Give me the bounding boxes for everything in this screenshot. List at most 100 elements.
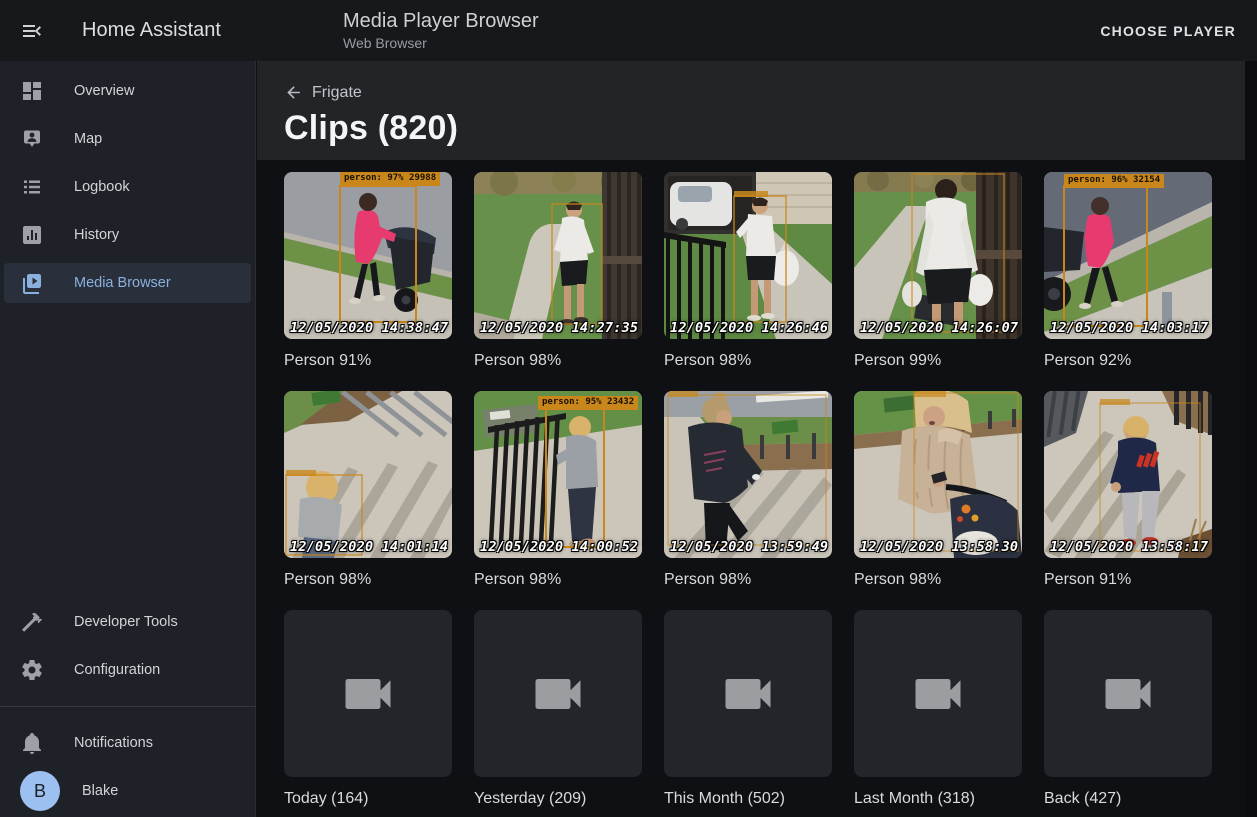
- app-title: Home Assistant: [82, 19, 221, 42]
- clip-caption: Person 98%: [284, 571, 452, 589]
- clip-timestamp: 12/05/2020 13:58:17: [1050, 539, 1208, 555]
- clip-thumbnail[interactable]: person: 97% 29988 12/05/2020 14:38:47: [284, 172, 452, 339]
- media-browser-icon: [20, 271, 44, 295]
- section-title: Clips (820): [284, 109, 1245, 148]
- clip-scene: [1044, 391, 1212, 558]
- bell-icon: [20, 731, 44, 755]
- clip-timestamp: 12/05/2020 14:38:47: [290, 320, 448, 336]
- clip-card[interactable]: 12/05/2020 14:26:46 Person 98%: [664, 172, 832, 370]
- page-subtitle: Web Browser: [343, 34, 539, 52]
- clip-caption: Person 91%: [1044, 571, 1212, 589]
- clip-timestamp: 12/05/2020 14:01:14: [290, 539, 448, 555]
- folder-label: Last Month (318): [854, 790, 1022, 808]
- clip-caption: Person 98%: [474, 571, 642, 589]
- detection-label: person: 95% 23432: [538, 396, 638, 410]
- sidebar-item-label: Configuration: [74, 662, 160, 678]
- clip-timestamp: 12/05/2020 14:00:52: [480, 539, 638, 555]
- folder-thumbnail[interactable]: [1044, 610, 1212, 777]
- sidebar-item-label: Developer Tools: [74, 614, 178, 630]
- clip-thumbnail[interactable]: 12/05/2020 14:26:46: [664, 172, 832, 339]
- scrollbar[interactable]: [1245, 61, 1257, 817]
- clip-scene: [664, 172, 832, 339]
- clip-timestamp: 12/05/2020 13:59:49: [670, 539, 828, 555]
- folder-thumbnail[interactable]: [854, 610, 1022, 777]
- bar-chart-icon: [20, 223, 44, 247]
- page-title: Media Player Browser: [343, 9, 539, 33]
- folder-label: Yesterday (209): [474, 790, 642, 808]
- sidebar-toggle-button[interactable]: [8, 7, 56, 55]
- sidebar-item-configuration[interactable]: Configuration: [4, 650, 251, 690]
- folder-card-back[interactable]: Back (427): [1044, 610, 1212, 808]
- clip-caption: Person 98%: [474, 352, 642, 370]
- clip-scene: [474, 172, 642, 339]
- clip-thumbnail[interactable]: 12/05/2020 13:59:49: [664, 391, 832, 558]
- clip-caption: Person 99%: [854, 352, 1022, 370]
- video-icon: [718, 664, 778, 724]
- sidebar-item-map[interactable]: Map: [4, 119, 251, 159]
- clip-thumbnail[interactable]: 12/05/2020 14:01:14: [284, 391, 452, 558]
- folder-card-yesterday[interactable]: Yesterday (209): [474, 610, 642, 808]
- clip-thumbnail[interactable]: 12/05/2020 14:27:35: [474, 172, 642, 339]
- map-person-icon: [20, 127, 44, 151]
- clip-caption: Person 98%: [854, 571, 1022, 589]
- clip-scene: [284, 172, 452, 339]
- clip-scene: [474, 391, 642, 558]
- clip-thumbnail[interactable]: 12/05/2020 13:58:30: [854, 391, 1022, 558]
- sidebar-item-developer-tools[interactable]: Developer Tools: [4, 602, 251, 642]
- sidebar-item-user-profile[interactable]: B Blake: [4, 771, 251, 811]
- avatar: B: [20, 771, 60, 811]
- folder-thumbnail[interactable]: [474, 610, 642, 777]
- sidebar-item-notifications[interactable]: Notifications: [4, 723, 251, 763]
- clip-caption: Person 91%: [284, 352, 452, 370]
- media-grid: person: 97% 29988 12/05/2020 14:38:47 Pe…: [257, 160, 1245, 808]
- folder-thumbnail[interactable]: [664, 610, 832, 777]
- folder-card-last-month[interactable]: Last Month (318): [854, 610, 1022, 808]
- clip-thumbnail[interactable]: 12/05/2020 14:26:07: [854, 172, 1022, 339]
- folder-label: Today (164): [284, 790, 452, 808]
- clip-card[interactable]: person: 96% 32154 12/05/2020 14:03:17 Pe…: [1044, 172, 1212, 370]
- clip-caption: Person 92%: [1044, 352, 1212, 370]
- folder-thumbnail[interactable]: [284, 610, 452, 777]
- folder-card-this-month[interactable]: This Month (502): [664, 610, 832, 808]
- clip-scene: [854, 391, 1022, 558]
- sidebar-item-logbook[interactable]: Logbook: [4, 167, 251, 207]
- sidebar-item-history[interactable]: History: [4, 215, 251, 255]
- dashboard-icon: [20, 79, 44, 103]
- video-icon: [908, 664, 968, 724]
- clip-card[interactable]: 12/05/2020 13:58:17 Person 91%: [1044, 391, 1212, 589]
- clip-thumbnail[interactable]: 12/05/2020 13:58:17: [1044, 391, 1212, 558]
- detection-label: person: 96% 32154: [1064, 174, 1164, 188]
- clip-card[interactable]: person: 97% 29988 12/05/2020 14:38:47 Pe…: [284, 172, 452, 370]
- clip-timestamp: 12/05/2020 14:03:17: [1050, 320, 1208, 336]
- sidebar-item-media-browser[interactable]: Media Browser: [4, 263, 251, 303]
- clip-thumbnail[interactable]: person: 96% 32154 12/05/2020 14:03:17: [1044, 172, 1212, 339]
- sidebar-item-label: Notifications: [74, 735, 153, 751]
- clip-card[interactable]: 12/05/2020 13:58:30 Person 98%: [854, 391, 1022, 589]
- sidebar-item-label: Media Browser: [74, 275, 171, 291]
- video-icon: [528, 664, 588, 724]
- clip-scene: [854, 172, 1022, 339]
- gear-icon: [20, 658, 44, 682]
- clip-card[interactable]: 12/05/2020 14:27:35 Person 98%: [474, 172, 642, 370]
- breadcrumb[interactable]: Frigate: [284, 83, 362, 102]
- video-icon: [1098, 664, 1158, 724]
- sidebar-item-overview[interactable]: Overview: [4, 71, 251, 111]
- folder-card-today[interactable]: Today (164): [284, 610, 452, 808]
- sidebar-item-label: Overview: [74, 83, 134, 99]
- choose-player-button[interactable]: CHOOSE PLAYER: [1092, 0, 1244, 61]
- hammer-icon: [20, 610, 44, 634]
- clip-thumbnail[interactable]: person: 95% 23432 12/05/2020 14:00:52: [474, 391, 642, 558]
- video-icon: [338, 664, 398, 724]
- clip-timestamp: 12/05/2020 14:26:07: [860, 320, 1018, 336]
- clip-card[interactable]: 12/05/2020 14:01:14 Person 98%: [284, 391, 452, 589]
- breadcrumb-label: Frigate: [312, 84, 362, 102]
- folder-label: Back (427): [1044, 790, 1212, 808]
- clip-card[interactable]: person: 95% 23432 12/05/2020 14:00:52 Pe…: [474, 391, 642, 589]
- clip-caption: Person 98%: [664, 352, 832, 370]
- sidebar-divider: [0, 706, 256, 707]
- clip-scene: [664, 391, 832, 558]
- folder-label: This Month (502): [664, 790, 832, 808]
- clip-caption: Person 98%: [664, 571, 832, 589]
- clip-card[interactable]: 12/05/2020 14:26:07 Person 99%: [854, 172, 1022, 370]
- clip-card[interactable]: 12/05/2020 13:59:49 Person 98%: [664, 391, 832, 589]
